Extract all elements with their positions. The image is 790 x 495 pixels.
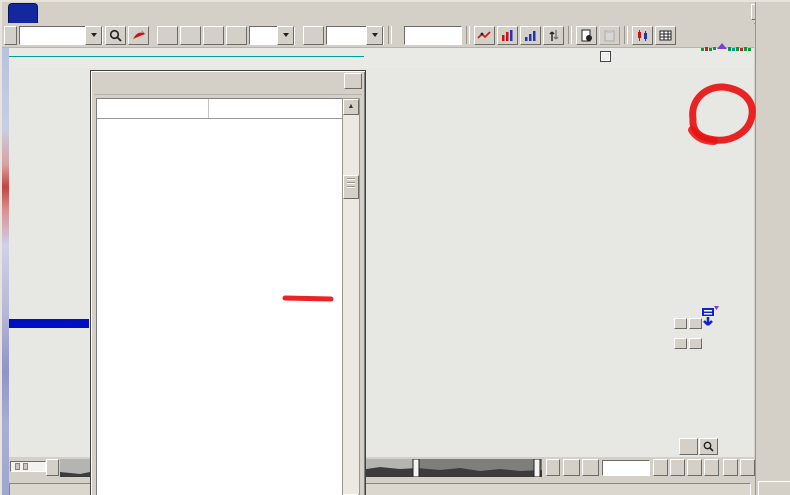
sidebar-footer — [758, 481, 790, 495]
period-week-button[interactable] — [180, 26, 201, 45]
candle-chart-icon — [636, 29, 649, 42]
red-bars-icon — [501, 29, 515, 42]
dialog-close-button[interactable] — [344, 73, 362, 89]
expand-button[interactable] — [653, 459, 668, 476]
grid-icon — [659, 29, 672, 42]
fast-forward-button[interactable] — [582, 459, 599, 476]
play-button[interactable] — [546, 459, 560, 476]
search-icon — [109, 29, 122, 42]
pane-controls — [674, 318, 702, 329]
sort-button[interactable] — [543, 26, 564, 45]
bars-count-input[interactable] — [602, 460, 650, 476]
left-edge-strip — [2, 48, 9, 495]
pane-minimize-button[interactable] — [674, 338, 687, 349]
clipboard-icon — [603, 29, 616, 42]
symbol-info-row — [2, 48, 754, 68]
table-view-button[interactable] — [655, 26, 676, 45]
chevron-down-icon[interactable] — [277, 26, 294, 45]
scroll-thumb[interactable] — [343, 175, 359, 199]
strategy-arrow-button[interactable] — [128, 26, 149, 45]
chevron-down-icon[interactable] — [85, 26, 102, 45]
dialog-title-bar[interactable] — [94, 74, 362, 95]
count-input[interactable] — [404, 26, 462, 45]
magnifier-icon — [703, 441, 714, 452]
fast-back-button[interactable] — [563, 459, 580, 476]
chart-style-button[interactable] — [632, 26, 653, 45]
red-arrow-icon — [131, 29, 146, 42]
price-levels-toggle[interactable] — [600, 51, 611, 62]
new-document-button[interactable] — [576, 26, 597, 45]
annotate-button[interactable] — [679, 438, 698, 455]
data-view-dialog: ▲ ▼ — [90, 70, 366, 495]
dialog-scrollbar[interactable]: ▲ ▼ — [342, 98, 360, 495]
info-divider — [2, 56, 364, 57]
column-header-item — [97, 99, 209, 118]
column-header-value — [209, 99, 343, 118]
chevron-down-icon[interactable] — [366, 26, 383, 45]
period-day-button[interactable] — [157, 26, 178, 45]
copy-button[interactable] — [599, 26, 620, 45]
mini-overview-sparkline — [700, 42, 754, 55]
tick-combo[interactable] — [326, 26, 384, 45]
close-pane-button[interactable] — [740, 459, 755, 476]
blue-bars-icon — [524, 29, 538, 42]
symbol-combo[interactable] — [19, 26, 103, 45]
period-month-button[interactable] — [203, 26, 224, 45]
zoom-button[interactable] — [699, 438, 718, 455]
search-button[interactable] — [105, 26, 126, 45]
trendline-tool-button[interactable] — [474, 26, 495, 45]
grid-toggle-button — [723, 459, 738, 476]
zoom-in-button[interactable] — [687, 459, 702, 476]
zoom-out-button — [704, 459, 719, 476]
axis-marker-icon — [700, 305, 720, 335]
back-button[interactable] — [4, 26, 17, 45]
scroll-left-button[interactable] — [46, 459, 59, 476]
chart-toolbar — [2, 23, 754, 48]
h-scroll-slider[interactable] — [10, 461, 46, 472]
navigator-handle-right[interactable] — [534, 459, 540, 477]
pane-minimize-button[interactable] — [674, 318, 687, 329]
period-minute-button[interactable] — [226, 26, 247, 45]
app-window: ▲ ▼ — [0, 0, 790, 495]
blue-histogram-button[interactable] — [520, 26, 541, 45]
up-down-arrows-icon — [548, 29, 560, 42]
data-table — [96, 98, 344, 495]
bigline-bar-left — [2, 319, 89, 328]
zigzag-icon — [477, 29, 492, 42]
window-title-tab[interactable] — [8, 3, 38, 24]
navigator-handle-left[interactable] — [413, 459, 419, 477]
collapse-button[interactable] — [670, 459, 685, 476]
drawing-toolbar — [755, 2, 790, 495]
tick-button[interactable] — [303, 26, 324, 45]
pane-controls — [674, 338, 702, 349]
pane-close-button[interactable] — [689, 338, 702, 349]
title-bar — [2, 2, 790, 24]
minute-combo[interactable] — [249, 26, 295, 45]
scroll-up-icon[interactable]: ▲ — [343, 99, 359, 115]
red-histogram-button[interactable] — [497, 26, 518, 45]
document-icon — [580, 29, 593, 42]
table-header — [97, 99, 343, 119]
